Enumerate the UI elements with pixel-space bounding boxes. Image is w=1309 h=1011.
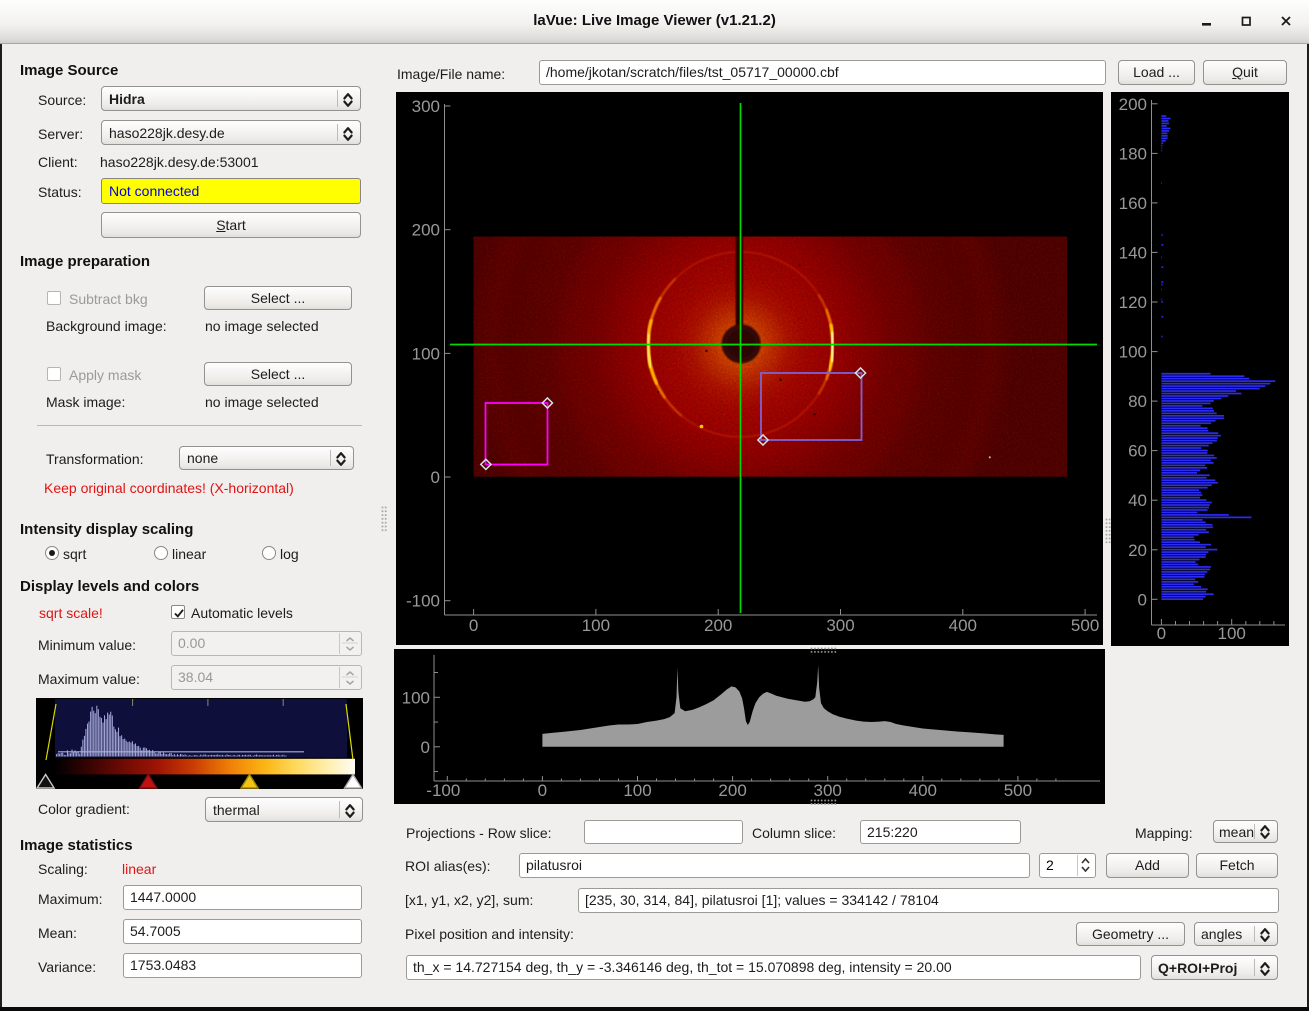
svg-text:200: 200 <box>412 221 440 240</box>
svg-text:200: 200 <box>1119 95 1147 114</box>
svg-text:0: 0 <box>469 616 478 635</box>
svg-text:100: 100 <box>412 344 440 363</box>
svg-text:0: 0 <box>431 468 440 487</box>
svg-text:300: 300 <box>814 781 842 800</box>
svg-text:100: 100 <box>1218 624 1246 643</box>
svg-text:160: 160 <box>1119 194 1147 213</box>
svg-text:0: 0 <box>1138 590 1147 609</box>
svg-text:400: 400 <box>949 616 977 635</box>
svg-text:180: 180 <box>1119 144 1147 163</box>
svg-text:0: 0 <box>421 738 430 757</box>
svg-text:500: 500 <box>1071 616 1099 635</box>
svg-text:0: 0 <box>538 781 547 800</box>
svg-text:40: 40 <box>1128 491 1147 510</box>
svg-text:100: 100 <box>623 781 651 800</box>
svg-text:0: 0 <box>1157 624 1166 643</box>
svg-text:300: 300 <box>412 97 440 116</box>
svg-text:100: 100 <box>402 688 430 707</box>
svg-text:20: 20 <box>1128 541 1147 560</box>
svg-text:-100: -100 <box>406 592 440 611</box>
svg-text:60: 60 <box>1128 442 1147 461</box>
svg-text:200: 200 <box>704 616 732 635</box>
svg-text:400: 400 <box>909 781 937 800</box>
svg-text:-100: -100 <box>426 781 460 800</box>
svg-text:140: 140 <box>1119 243 1147 262</box>
svg-text:500: 500 <box>1004 781 1032 800</box>
svg-text:200: 200 <box>718 781 746 800</box>
svg-text:120: 120 <box>1119 293 1147 312</box>
svg-text:100: 100 <box>1119 343 1147 362</box>
svg-text:300: 300 <box>826 616 854 635</box>
svg-text:100: 100 <box>582 616 610 635</box>
svg-text:80: 80 <box>1128 392 1147 411</box>
